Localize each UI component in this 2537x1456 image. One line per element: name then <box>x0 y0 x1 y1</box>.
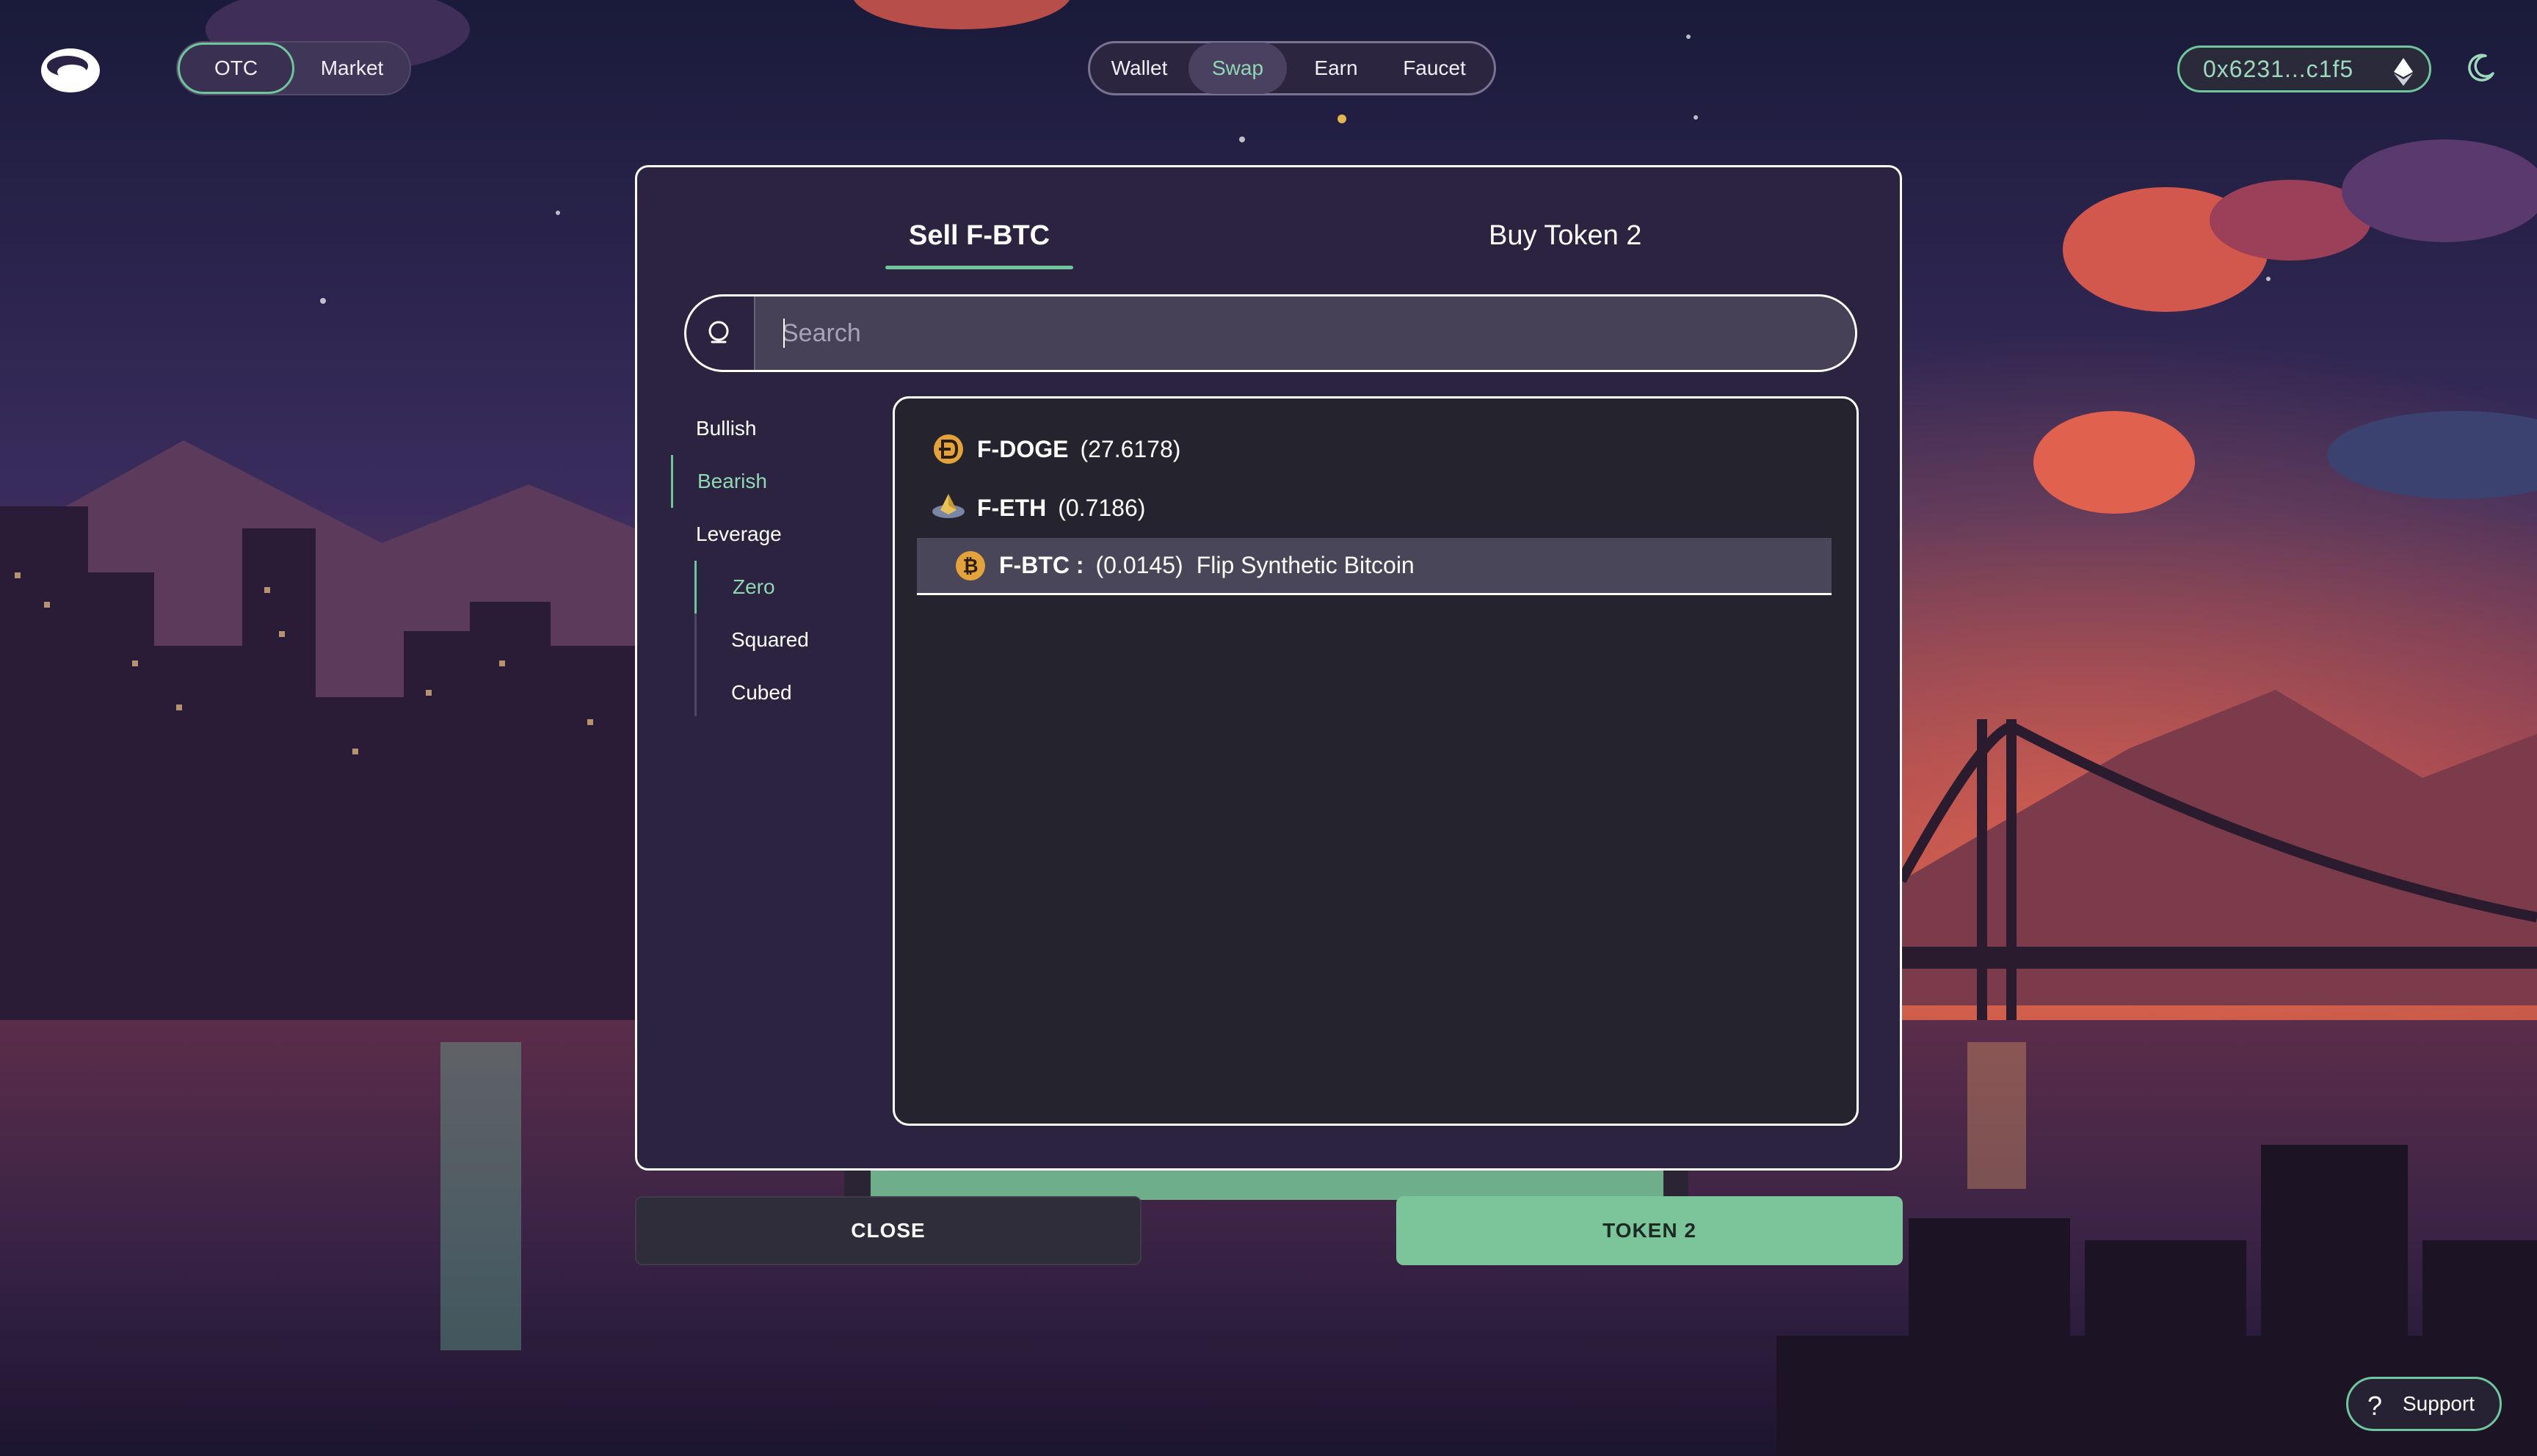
token-2-button[interactable]: TOKEN 2 <box>1396 1196 1903 1265</box>
wallet-address: 0x6231...c1f5 <box>2203 55 2354 82</box>
main-nav: Wallet Swap Earn Faucet <box>1088 41 1496 95</box>
category-squared[interactable]: Squared <box>731 628 809 652</box>
token-row-f-eth[interactable]: F-ETH (0.7186) <box>917 479 1832 536</box>
svg-text:₿: ₿ <box>962 555 978 577</box>
search-field <box>754 296 1855 370</box>
mode-otc-button[interactable]: OTC <box>178 43 295 94</box>
category-zero[interactable]: Zero <box>733 575 775 599</box>
swap-card-edge <box>844 1171 1688 1200</box>
nav-earn[interactable]: Earn <box>1287 43 1385 94</box>
token-list: F-DOGE (27.6178) F-ETH (0.7186) ₿ F-BTC … <box>893 396 1859 1126</box>
category-leverage[interactable]: Leverage <box>696 523 782 546</box>
moon-icon[interactable] <box>2464 51 2496 84</box>
category-bearish[interactable]: Bearish <box>697 470 767 493</box>
nav-wallet[interactable]: Wallet <box>1090 43 1188 94</box>
ethereum-icon <box>2394 58 2413 86</box>
wallet-address-button[interactable]: 0x6231...c1f5 <box>2177 46 2431 92</box>
support-label: Support <box>2403 1392 2475 1415</box>
token-balance: (27.6178) <box>1080 435 1181 462</box>
token-row-f-doge[interactable]: F-DOGE (27.6178) <box>917 421 1832 478</box>
flip-logo-icon[interactable] <box>38 41 103 97</box>
category-cubed[interactable]: Cubed <box>731 681 792 705</box>
search-icon <box>708 321 729 343</box>
eth-coin-icon <box>932 494 965 518</box>
tab-sell[interactable]: Sell F-BTC <box>885 220 1074 269</box>
close-button[interactable]: CLOSE <box>635 1196 1142 1265</box>
nav-faucet[interactable]: Faucet <box>1385 43 1484 94</box>
question-icon: ? <box>2367 1391 2383 1421</box>
search-bar <box>684 294 1857 372</box>
search-icon-box <box>686 296 754 370</box>
subcategory-active-line <box>694 561 697 614</box>
btc-coin-icon: ₿ <box>956 550 985 580</box>
token-balance: (0.0145) <box>1095 552 1183 578</box>
token-symbol: F-ETH <box>977 494 1047 521</box>
token-balance: (0.7186) <box>1058 494 1146 521</box>
token-symbol: F-BTC : <box>999 552 1084 578</box>
category-bullish[interactable]: Bullish <box>696 417 756 440</box>
token-symbol: F-DOGE <box>977 435 1069 462</box>
token-row-f-btc[interactable]: ₿ F-BTC : (0.0145) Flip Synthetic Bitcoi… <box>917 538 1832 595</box>
search-input[interactable] <box>755 296 1855 370</box>
token-name: Flip Synthetic Bitcoin <box>1196 552 1415 578</box>
support-button[interactable]: ? Support <box>2346 1377 2502 1431</box>
text-caret <box>783 318 785 348</box>
mode-toggle: OTC Market <box>176 41 411 95</box>
nav-swap[interactable]: Swap <box>1188 43 1287 94</box>
mode-market-button[interactable]: Market <box>294 43 410 94</box>
category-active-line <box>671 455 673 508</box>
token-select-modal: Sell F-BTC Buy Token 2 Bullish Bearish L… <box>635 165 1902 1171</box>
tab-buy[interactable]: Buy Token 2 <box>1489 220 1641 252</box>
doge-coin-icon <box>934 434 963 464</box>
